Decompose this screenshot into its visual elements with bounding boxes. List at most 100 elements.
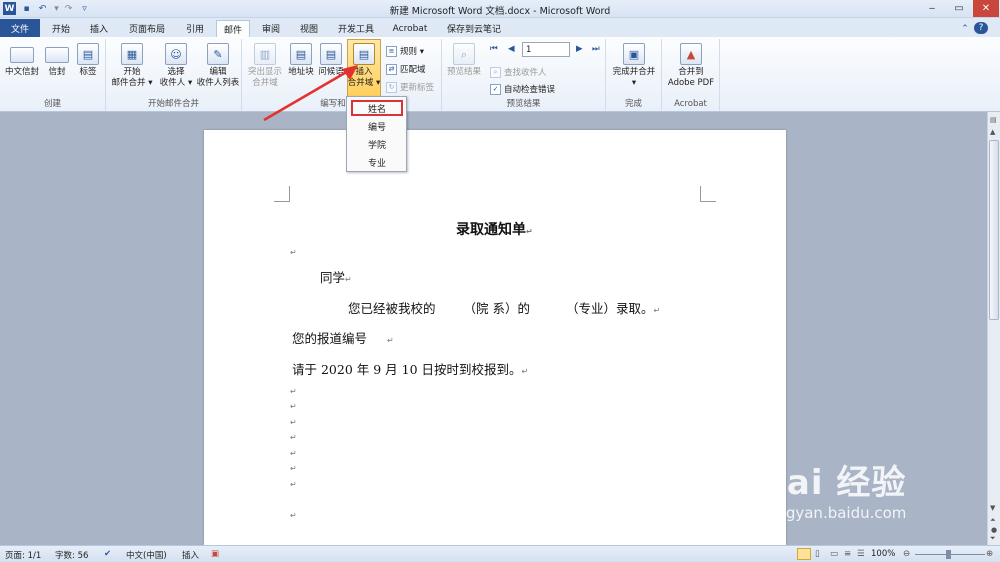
ribbon-tab-bar: 文件 开始 插入 页面布局 引用 邮件 审阅 视图 开发工具 Acrobat 保… — [0, 18, 1000, 37]
scrollbar-thumb[interactable] — [989, 140, 999, 320]
group-label-acrobat: Acrobat — [674, 99, 707, 109]
document-title: 录取通知单↵ — [456, 222, 533, 238]
web-layout-icon[interactable]: ▭ — [830, 549, 838, 559]
envelope-icon — [45, 47, 69, 63]
rules-icon: ≡ — [386, 45, 397, 57]
tab-file[interactable]: 文件 — [0, 19, 40, 37]
arrow-shaft — [263, 68, 351, 122]
group-finish: ▣ 完成并合并 ▾ 完成 — [606, 39, 662, 111]
update-labels-icon: ↻ — [386, 81, 397, 93]
tab-developer[interactable]: 开发工具 — [330, 20, 382, 37]
tab-page-layout[interactable]: 页面布局 — [120, 20, 174, 37]
merge-to-adobe-pdf-button[interactable]: ▲ 合并到 Adobe PDF — [664, 43, 718, 89]
ruler-toggle-icon[interactable]: ▤ — [990, 116, 997, 124]
zoom-in-icon[interactable]: ⊕ — [986, 549, 993, 559]
edit-recipient-list-button[interactable]: ✎ 编辑 收件人列表 — [194, 43, 242, 89]
tab-references[interactable]: 引用 — [178, 20, 212, 37]
document-icon: ▦ — [121, 43, 143, 65]
label-icon: ▤ — [77, 43, 99, 65]
full-screen-reading-icon[interactable]: ▯ — [815, 549, 820, 559]
language-indicator[interactable]: 中文(中国) — [126, 549, 167, 561]
zoom-level[interactable]: 100% — [871, 549, 895, 559]
previous-page-icon[interactable]: ⏶ — [990, 516, 996, 525]
zoom-slider-thumb[interactable] — [946, 550, 951, 559]
window-title: 新建 Microsoft Word 文档.docx - Microsoft Wo… — [389, 6, 611, 17]
preview-results-button[interactable]: ⌕ 预览结果 — [444, 43, 484, 78]
watermark-brand: Bai 经验 — [760, 463, 907, 503]
ribbon-minimize-icon[interactable]: ⌃ — [958, 20, 972, 37]
title-bar: W ▪ ↶ ▾ ↷ ▿ 新建 Microsoft Word 文档.docx - … — [0, 0, 1000, 18]
word-count[interactable]: 字数: 56 — [55, 549, 88, 561]
magnifier-icon: ⌕ — [453, 43, 475, 65]
tab-review[interactable]: 审阅 — [254, 20, 288, 37]
finish-and-merge-button[interactable]: ▣ 完成并合并 ▾ — [608, 43, 660, 89]
record-number-input[interactable]: 1 — [522, 42, 570, 57]
scroll-down-icon[interactable]: ▼ — [990, 504, 995, 512]
page-corner-mark — [274, 186, 290, 202]
labels-button[interactable]: ▤ 标签 — [74, 43, 102, 78]
tab-acrobat[interactable]: Acrobat — [386, 20, 434, 37]
print-layout-view-icon[interactable] — [797, 548, 811, 560]
find-recipient-button[interactable]: ⌕ 查找收件人 — [490, 66, 547, 78]
browse-object-icon[interactable]: ● — [991, 526, 997, 534]
tab-mailings[interactable]: 邮件 — [216, 20, 250, 37]
chinese-envelope-button[interactable]: 中文信封 — [2, 43, 42, 78]
envelope-icon — [10, 47, 34, 63]
last-record-icon[interactable]: ⏭ — [592, 44, 600, 54]
paragraph-mark: ↵ — [290, 464, 297, 473]
paragraph-mark: ↵ — [290, 418, 297, 427]
page-count[interactable]: 页面: 1/1 — [5, 549, 41, 561]
start-mail-merge-button[interactable]: ▦ 开始 邮件合并 ▾ — [110, 43, 154, 89]
paragraph-mark: ↵ — [290, 511, 297, 520]
group-label-create: 创建 — [43, 99, 61, 109]
doc-line-admitted: 您已经被我校的 （院 系）的 （专业）录取。↵ — [348, 301, 661, 316]
doc-line-report-date: 请于 2020 年 9 月 10 日按时到校报到。↵ — [292, 362, 529, 377]
rules-button[interactable]: ≡ 规则 ▾ — [386, 45, 424, 57]
auto-check-errors-button[interactable]: ✓ 自动检查错误 — [490, 83, 555, 95]
merge-field-college[interactable]: 学院 — [351, 136, 403, 152]
check-errors-icon: ✓ — [490, 83, 501, 95]
paragraph-mark: ↵ — [290, 449, 297, 458]
insert-mode-indicator[interactable]: 插入 — [182, 549, 199, 561]
next-page-icon[interactable]: ⏷ — [990, 534, 996, 543]
outline-view-icon[interactable]: ≡ — [844, 549, 851, 559]
next-record-icon[interactable]: ▶ — [576, 44, 583, 54]
ribbon: 中文信封 信封 ▤ 标签 创建 ▦ 开始 邮件合并 ▾ ☺ 选择 收件人 ▾ ✎… — [0, 37, 1000, 112]
zoom-out-icon[interactable]: ⊖ — [903, 549, 910, 559]
first-record-icon[interactable]: ⏮ — [490, 44, 498, 54]
tab-view[interactable]: 视图 — [292, 20, 326, 37]
envelopes-button[interactable]: 信封 — [42, 43, 72, 78]
minimize-icon[interactable]: ‒ — [919, 0, 945, 17]
merge-field-major[interactable]: 专业 — [351, 154, 403, 170]
tab-save-to-cloud-note[interactable]: 保存到云笔记 — [440, 20, 508, 37]
watermark: Bai 经验 jingyan.baidu.com — [760, 455, 906, 522]
find-icon: ⌕ — [490, 66, 501, 78]
doc-line-student: 同学↵ — [320, 270, 352, 285]
group-label-start-mail-merge: 开始邮件合并 — [147, 99, 199, 109]
group-label-preview: 预览结果 — [506, 99, 541, 109]
watermark-url: jingyan.baidu.com — [768, 504, 907, 522]
close-icon[interactable]: ✕ — [973, 0, 999, 17]
draft-view-icon[interactable]: ☰ — [857, 549, 865, 559]
tab-home[interactable]: 开始 — [44, 20, 78, 37]
vertical-scrollbar[interactable]: ▤ ▲ ▼ ⏶ ● ⏷ — [987, 112, 1000, 545]
help-icon[interactable]: ? — [974, 22, 988, 34]
match-fields-icon: ⇄ — [386, 63, 397, 75]
scroll-up-icon[interactable]: ▲ — [990, 128, 995, 136]
paragraph-mark: ↵ — [290, 248, 297, 257]
macro-record-icon[interactable]: ▣ — [211, 549, 219, 559]
update-labels-button[interactable]: ↻ 更新标签 — [386, 81, 434, 93]
previous-record-icon[interactable]: ◀ — [508, 44, 515, 54]
group-start-mail-merge: ▦ 开始 邮件合并 ▾ ☺ 选择 收件人 ▾ ✎ 编辑 收件人列表 开始邮件合并 — [106, 39, 242, 111]
select-recipients-button[interactable]: ☺ 选择 收件人 ▾ — [154, 43, 198, 89]
annotation-arrow — [263, 65, 358, 122]
match-fields-button[interactable]: ⇄ 匹配域 — [386, 63, 426, 75]
paragraph-mark: ↵ — [290, 402, 297, 411]
proofing-icon[interactable]: ✔ — [104, 549, 111, 559]
document-page[interactable]: 录取通知单↵ ↵ 同学↵ 您已经被我校的 （院 系）的 （专业）录取。↵ 您的报道编… — [204, 130, 786, 545]
status-bar: 页面: 1/1 字数: 56 ✔ 中文(中国) 插入 ▣ ▯ ▭ ≡ ☰ 100… — [0, 545, 1000, 562]
paragraph-mark: ↵ — [290, 387, 297, 396]
tab-insert[interactable]: 插入 — [82, 20, 116, 37]
group-acrobat: ▲ 合并到 Adobe PDF Acrobat — [662, 39, 720, 111]
maximize-icon[interactable]: ▭ — [946, 0, 972, 17]
